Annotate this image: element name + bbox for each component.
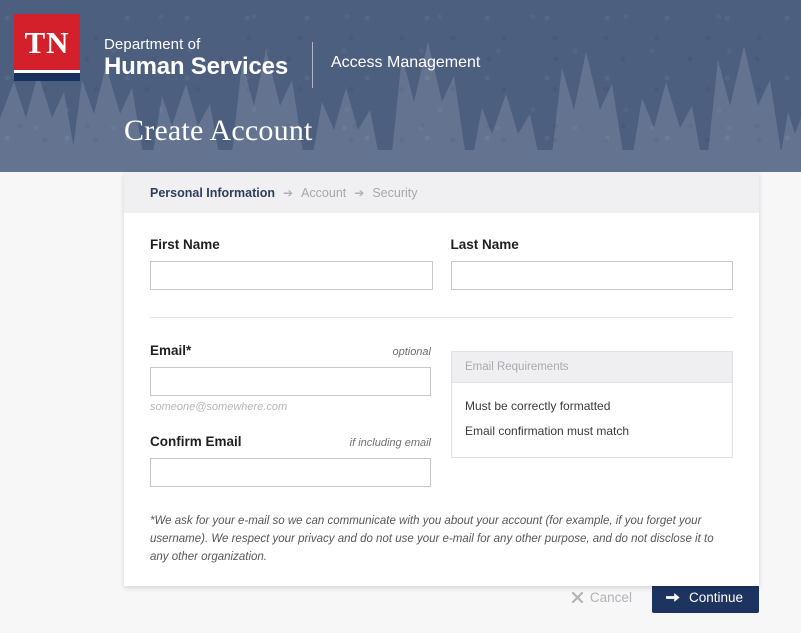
email-optional-hint: optional bbox=[392, 346, 431, 358]
arrow-right-icon bbox=[665, 591, 680, 604]
arrow-right-icon: ➔ bbox=[283, 186, 294, 200]
create-account-card: Personal Information ➔ Account ➔ Securit… bbox=[124, 172, 759, 587]
department-line-2: Human Services bbox=[104, 53, 288, 81]
email-format-example: someone@somewhere.com bbox=[150, 401, 288, 413]
tn-state-logo[interactable]: TN bbox=[14, 14, 80, 81]
first-name-header: First Name bbox=[150, 237, 433, 252]
confirm-email-header: Confirm Email if including email bbox=[150, 434, 431, 449]
section-divider bbox=[150, 317, 733, 318]
requirement-item: Must be correctly formatted bbox=[465, 399, 611, 413]
email-label: Email* bbox=[150, 343, 192, 358]
breadcrumb-step-personal-information[interactable]: Personal Information bbox=[150, 186, 275, 200]
card-body: First Name Last Name Email* optional som… bbox=[124, 213, 759, 586]
email-requirements-title: Email Requirements bbox=[452, 352, 732, 383]
first-name-field: First Name bbox=[150, 237, 433, 290]
brand-bar: TN Department of Human Services Access M… bbox=[14, 14, 480, 88]
brand-divider bbox=[311, 42, 313, 88]
breadcrumb: Personal Information ➔ Account ➔ Securit… bbox=[124, 172, 759, 213]
email-fields-column: Email* optional someone@somewhere.com Co… bbox=[150, 343, 431, 487]
confirm-email-input[interactable] bbox=[150, 458, 431, 487]
email-privacy-disclaimer: *We ask for your e-mail so we can commun… bbox=[150, 515, 714, 563]
last-name-input[interactable] bbox=[450, 261, 733, 290]
requirement-item: Email confirmation must match bbox=[465, 424, 630, 439]
tn-logo-text: TN bbox=[14, 14, 80, 70]
page-title: Create Account bbox=[124, 114, 313, 147]
form-actions: Cancel Continue bbox=[0, 582, 801, 613]
close-icon bbox=[571, 592, 583, 603]
first-name-input[interactable] bbox=[150, 261, 433, 290]
cancel-button-label: Cancel bbox=[589, 590, 632, 605]
confirm-email-label: Confirm Email bbox=[150, 434, 242, 449]
last-name-header: Last Name bbox=[451, 237, 734, 252]
department-line-1: Department of bbox=[104, 36, 201, 53]
continue-button-label: Continue bbox=[688, 590, 743, 605]
tn-logo-navy-rule bbox=[14, 73, 80, 81]
breadcrumb-step-security[interactable]: Security bbox=[372, 186, 417, 200]
department-name: Department of Human Services bbox=[104, 14, 288, 81]
arrow-right-icon: ➔ bbox=[354, 186, 365, 200]
email-requirements-column: Email Requirements Must be correctly for… bbox=[451, 343, 733, 487]
last-name-field: Last Name bbox=[450, 237, 734, 290]
email-section: Email* optional someone@somewhere.com Co… bbox=[150, 343, 733, 487]
confirm-email-hint: if including email bbox=[349, 437, 431, 449]
email-requirements-panel: Email Requirements Must be correctly for… bbox=[451, 351, 733, 459]
email-field: Email* optional someone@somewhere.com bbox=[150, 343, 431, 413]
breadcrumb-step-account[interactable]: Account bbox=[301, 186, 346, 200]
email-requirements-list: Must be correctly formatted Email confir… bbox=[452, 383, 732, 457]
last-name-label: Last Name bbox=[450, 237, 519, 252]
name-fields-row: First Name Last Name bbox=[150, 237, 733, 290]
email-input[interactable] bbox=[150, 367, 431, 396]
confirm-email-field: Confirm Email if including email bbox=[150, 434, 431, 487]
first-name-label: First Name bbox=[150, 237, 220, 252]
application-name: Access Management bbox=[330, 54, 481, 71]
email-header: Email* optional bbox=[150, 343, 431, 358]
cancel-button[interactable]: Cancel bbox=[568, 584, 636, 611]
continue-button[interactable]: Continue bbox=[651, 582, 759, 613]
